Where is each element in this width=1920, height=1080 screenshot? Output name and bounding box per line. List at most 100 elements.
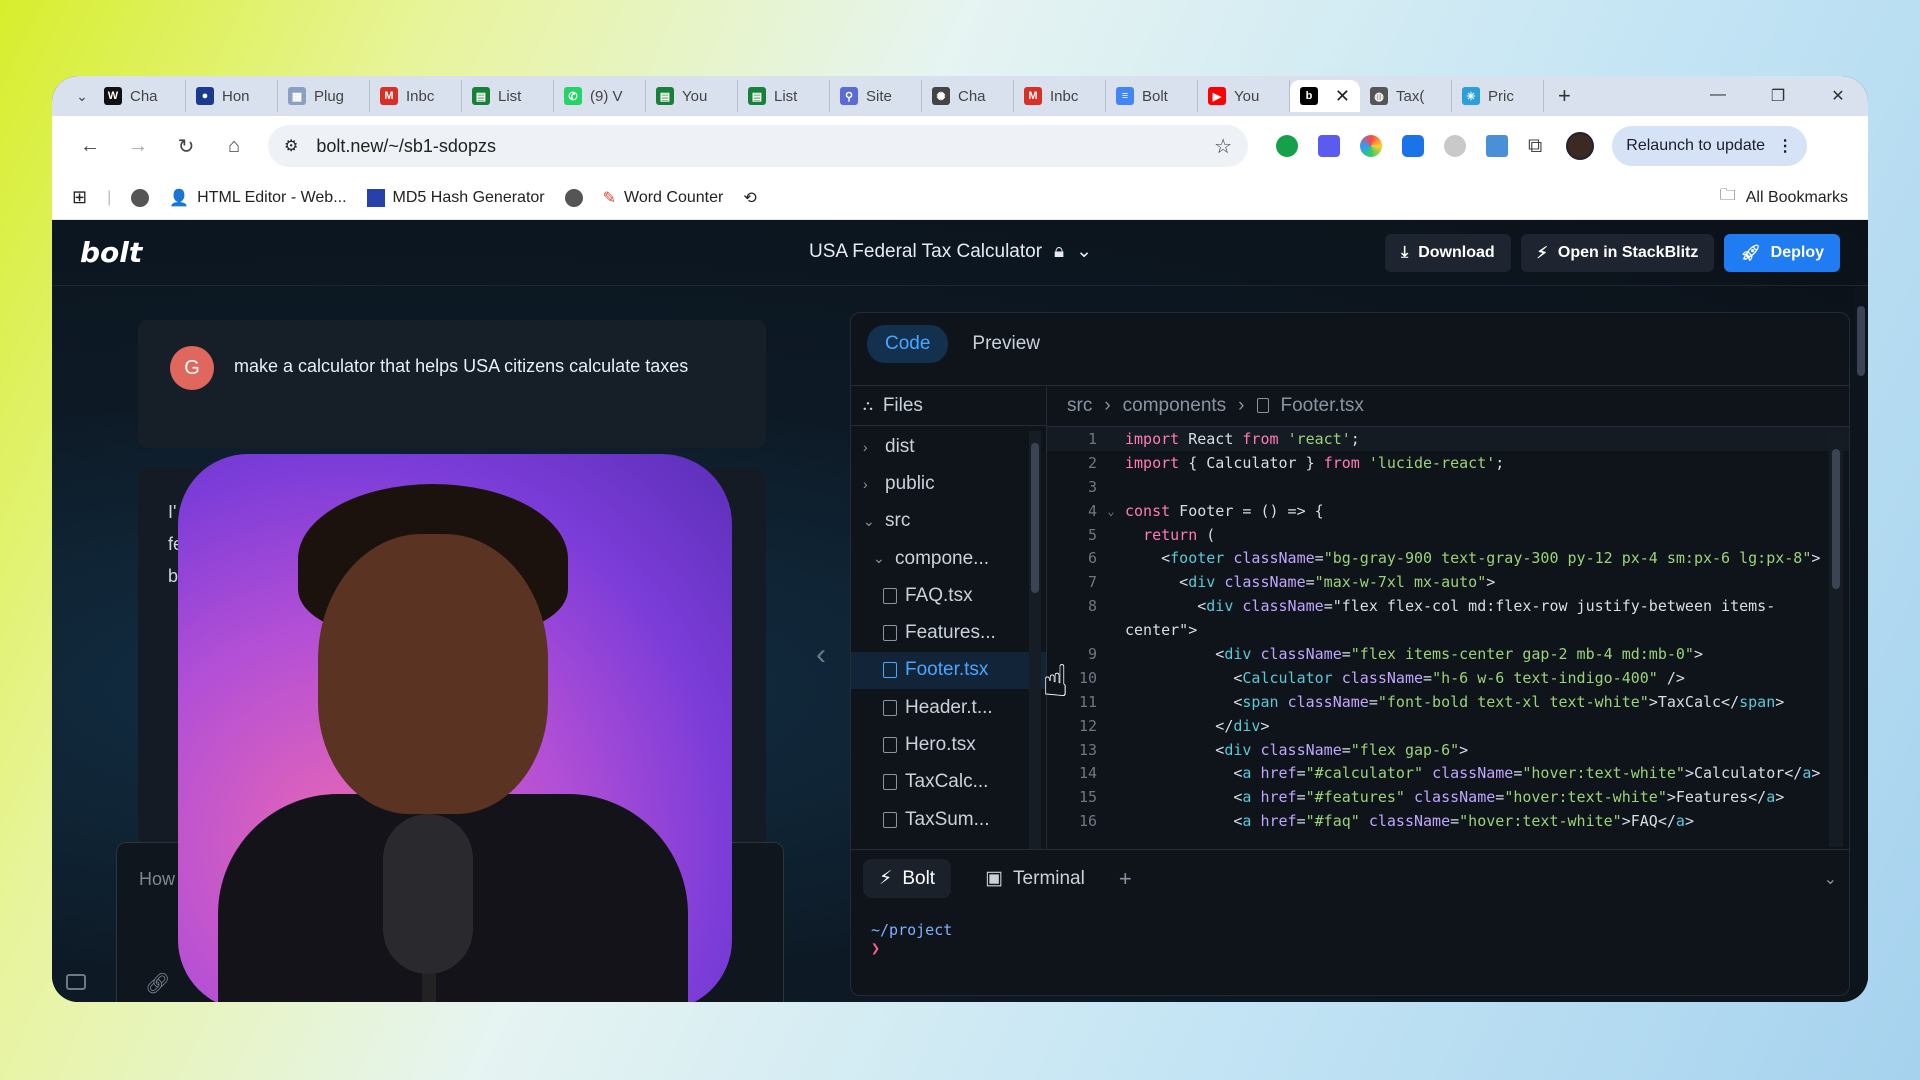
tab-preview[interactable]: Preview	[954, 325, 1058, 363]
browser-tab[interactable]: ⚲ Site	[830, 80, 922, 112]
reload-button[interactable]: ↻	[162, 134, 210, 159]
file-tree-scrollbar[interactable]	[1029, 431, 1041, 849]
browser-tab[interactable]: ✆ (9) V	[554, 80, 646, 112]
tree-item-label: Features...	[905, 622, 996, 644]
tab-search-icon[interactable]: ⌄	[70, 88, 94, 105]
extension-k-icon[interactable]	[1444, 135, 1466, 157]
editor-scrollbar[interactable]	[1829, 431, 1843, 847]
tree-file[interactable]: FAQ.tsx	[851, 577, 1046, 614]
grammarly-extension-icon[interactable]	[1276, 135, 1298, 157]
tree-item-label: Footer.tsx	[905, 659, 989, 681]
line-number: 8	[1087, 597, 1097, 616]
tree-item-label: TaxCalc...	[905, 771, 989, 793]
breadcrumb-item[interactable]: components	[1123, 395, 1227, 417]
chatgpt-icon: ✺	[932, 87, 950, 105]
tree-file[interactable]: Features...	[851, 614, 1046, 651]
color-picker-extension-icon[interactable]	[1360, 135, 1382, 157]
project-title[interactable]: USA Federal Tax Calculator 🔒︎ ⌄	[809, 240, 1092, 263]
breadcrumb-item[interactable]: src	[1067, 395, 1092, 417]
forward-button[interactable]: →	[114, 135, 162, 158]
tab-label: Plug	[314, 87, 345, 105]
download-button[interactable]: ⤓ Download	[1385, 233, 1511, 272]
tree-folder[interactable]: ⌄ src	[851, 503, 1046, 540]
tab-label: Site	[866, 87, 892, 105]
browser-tab[interactable]: ▶ You	[1198, 80, 1290, 112]
tree-file[interactable]: Footer.tsx	[851, 651, 1046, 690]
globe-bookmark-icon[interactable]	[564, 188, 583, 207]
file-icon	[883, 625, 897, 642]
browser-tab[interactable]: W Cha	[94, 80, 186, 112]
apps-grid-icon[interactable]: ⊞	[72, 187, 87, 208]
tree-folder[interactable]: › public	[851, 465, 1046, 502]
relaunch-button[interactable]: Relaunch to update ⋮	[1612, 126, 1808, 166]
tree-item-label: Header.t...	[905, 696, 993, 718]
browser-tab[interactable]: ✳ Pric	[1452, 80, 1544, 112]
restore-button[interactable]: ❐	[1748, 86, 1808, 106]
browser-tab[interactable]: M Inbc	[370, 80, 462, 112]
site-settings-icon[interactable]: ⚙	[284, 136, 298, 156]
browser-tab[interactable]: ≡ Bolt	[1106, 80, 1198, 112]
header-actions: ⤓ Download ⚡︎ Open in StackBlitz 🚀︎ Depl…	[1385, 233, 1840, 272]
tree-file[interactable]: TaxCalc...	[851, 764, 1046, 801]
line-number: 7	[1087, 573, 1097, 592]
close-window-button[interactable]: ✕	[1808, 86, 1868, 106]
code-line: 13 <div className="flex gap-6">	[1047, 738, 1849, 762]
close-tab-icon[interactable]: ✕	[1335, 86, 1350, 107]
tree-folder[interactable]: › dist	[851, 428, 1046, 465]
tree-file[interactable]: Hero.tsx	[851, 726, 1046, 763]
tree-file[interactable]: TaxSum...	[851, 801, 1046, 838]
collapse-chevron-icon[interactable]: ‹	[816, 638, 826, 672]
chevron-right-icon: ›	[863, 438, 868, 455]
deploy-button[interactable]: 🚀︎ Deploy	[1724, 233, 1840, 272]
link-icon[interactable]: 🔗︎	[145, 971, 170, 996]
browser-tab[interactable]: ▤ List	[462, 80, 554, 112]
tree-folder[interactable]: ⌄ compone...	[851, 540, 1046, 577]
new-tab-button[interactable]: +	[1544, 83, 1585, 109]
globe-bookmark-icon[interactable]	[131, 188, 150, 207]
address-bar[interactable]: ⚙ bolt.new/~/sb1-sdopzs ☆	[268, 125, 1248, 167]
extension-d-icon[interactable]	[1318, 135, 1340, 157]
sidebar-toggle-icon[interactable]	[66, 974, 86, 990]
line-number: 3	[1087, 477, 1097, 496]
minimize-button[interactable]: —	[1688, 86, 1748, 106]
open-stackblitz-button[interactable]: ⚡︎ Open in StackBlitz	[1520, 233, 1715, 272]
bookmark-word-counter[interactable]: ✎ Word Counter	[603, 188, 724, 208]
code-text: <a href="#features" className="hover:tex…	[1125, 788, 1785, 807]
all-bookmarks[interactable]: 🗀 All Bookmarks	[1720, 184, 1848, 211]
code-editor[interactable]: 1 import React from 'react'; 2 import { Cal…	[1047, 426, 1849, 849]
browser-tab[interactable]: ✺ Cha	[922, 80, 1014, 112]
person-head	[318, 534, 548, 814]
terminal-path: ~/project	[871, 921, 953, 939]
browser-tab[interactable]: ▦ Plug	[278, 80, 370, 112]
profile-avatar[interactable]	[1566, 132, 1595, 160]
extensions-puzzle-icon[interactable]: ⧉	[1528, 135, 1542, 158]
history-icon[interactable]: ⟲	[743, 188, 756, 208]
bookmark-md5[interactable]: MD5 Hash Generator	[366, 188, 545, 207]
tree-file[interactable]: Header.t...	[851, 689, 1046, 726]
back-button[interactable]: ←	[66, 135, 114, 158]
browser-tab[interactable]: ▤ You	[646, 80, 738, 112]
tab-code[interactable]: Code	[867, 325, 949, 363]
bolt-logo[interactable]: bolt	[80, 236, 142, 269]
add-terminal-button[interactable]: +	[1119, 866, 1132, 892]
chevron-down-icon[interactable]: ⌄	[1824, 869, 1837, 889]
browser-window: ⌄ W Cha ● Hon ▦ Plug M Inbc ▤ List ✆ (9) V ▤ You ▤ List…	[52, 76, 1868, 1002]
browser-tab[interactable]: M Inbc	[1014, 80, 1106, 112]
extension-blue-icon[interactable]	[1402, 135, 1424, 157]
browser-tab[interactable]: b ✕	[1290, 80, 1360, 112]
app-scrollbar[interactable]	[1854, 286, 1868, 1002]
home-button[interactable]: ⌂	[210, 135, 258, 158]
bookmark-star-icon[interactable]: ☆	[1214, 134, 1232, 159]
kebab-menu-icon[interactable]: ⋮	[1777, 136, 1793, 156]
bookmark-html-editor[interactable]: 👤 HTML Editor - Web...	[169, 188, 346, 208]
browser-tab[interactable]: ▤ List	[738, 80, 830, 112]
fold-chevron-icon[interactable]: ⌄	[1097, 504, 1125, 518]
tab-terminal[interactable]: ▣ Terminal	[969, 859, 1101, 898]
tab-label: You	[682, 87, 708, 105]
terminal-output[interactable]: ~/project ❯	[871, 921, 952, 957]
tab-bolt-terminal[interactable]: ⚡︎ Bolt	[863, 859, 952, 898]
extension-map-icon[interactable]	[1486, 135, 1508, 157]
breadcrumb-item[interactable]: Footer.tsx	[1281, 395, 1364, 417]
browser-tab[interactable]: ● Hon	[186, 80, 278, 112]
browser-tab[interactable]: ◍ Tax(	[1360, 80, 1452, 112]
